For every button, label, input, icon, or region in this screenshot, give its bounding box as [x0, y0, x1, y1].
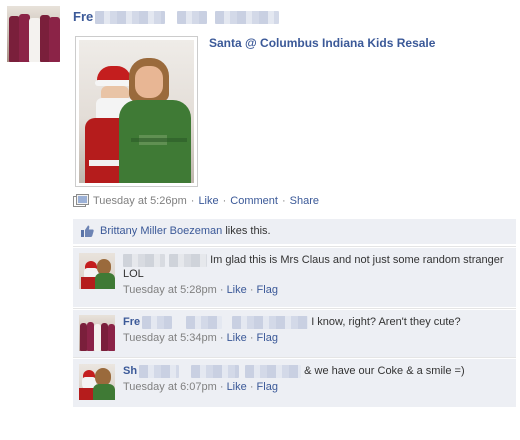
likes-row: Brittany Miller Boezeman likes this.	[73, 219, 516, 244]
comment-like-link[interactable]: Like	[227, 284, 247, 296]
divider	[73, 308, 516, 309]
commenter-name[interactable]: Fre	[123, 315, 309, 329]
photo-image	[79, 40, 194, 183]
comment-item: Fre I know, right? Aren't they cute? Tue…	[73, 310, 516, 357]
thumbs-up-icon	[81, 225, 94, 237]
comment-text: & we have our Coke & a smile =)	[304, 365, 465, 377]
post-time[interactable]: Tuesday at 5:26pm	[93, 195, 187, 207]
poster-name[interactable]: Fre	[73, 9, 280, 25]
commenter-avatar[interactable]	[79, 364, 115, 400]
divider	[73, 246, 516, 247]
comment-item: Sh & we have our Coke & a smile =) Tuesd…	[73, 359, 516, 406]
likes-suffix: likes this.	[225, 225, 271, 237]
comment-flag-link[interactable]: Flag	[257, 284, 278, 296]
comment-time: Tuesday at 5:28pm	[123, 284, 217, 296]
comment-text: I know, right? Aren't they cute?	[311, 316, 461, 328]
feedback-bottom-border	[73, 404, 516, 407]
album-icon	[73, 194, 89, 207]
comment-like-link[interactable]: Like	[227, 381, 247, 393]
album-link[interactable]: Santa @ Columbus Indiana Kids Resale	[209, 36, 435, 50]
post-meta: Tuesday at 5:26pm · Like · Comment · Sha…	[73, 194, 319, 208]
commenter-name[interactable]: Sh	[123, 364, 302, 378]
comment-link[interactable]: Comment	[230, 195, 278, 207]
like-link[interactable]: Like	[198, 195, 218, 207]
share-link[interactable]: Share	[290, 195, 319, 207]
poster-avatar[interactable]	[7, 6, 60, 62]
comment-item: Im glad this is Mrs Claus and not just s…	[73, 248, 516, 307]
divider	[73, 357, 516, 358]
commenter-avatar[interactable]	[79, 253, 115, 289]
comment-flag-link[interactable]: Flag	[257, 381, 278, 393]
comment-flag-link[interactable]: Flag	[257, 332, 278, 344]
commenter-avatar[interactable]	[79, 315, 115, 351]
santa-photo[interactable]	[75, 36, 198, 187]
comment-time: Tuesday at 5:34pm	[123, 332, 217, 344]
comment-time: Tuesday at 6:07pm	[123, 381, 217, 393]
liker-name[interactable]: Brittany Miller Boezeman	[100, 225, 222, 237]
comment-like-link[interactable]: Like	[227, 332, 247, 344]
